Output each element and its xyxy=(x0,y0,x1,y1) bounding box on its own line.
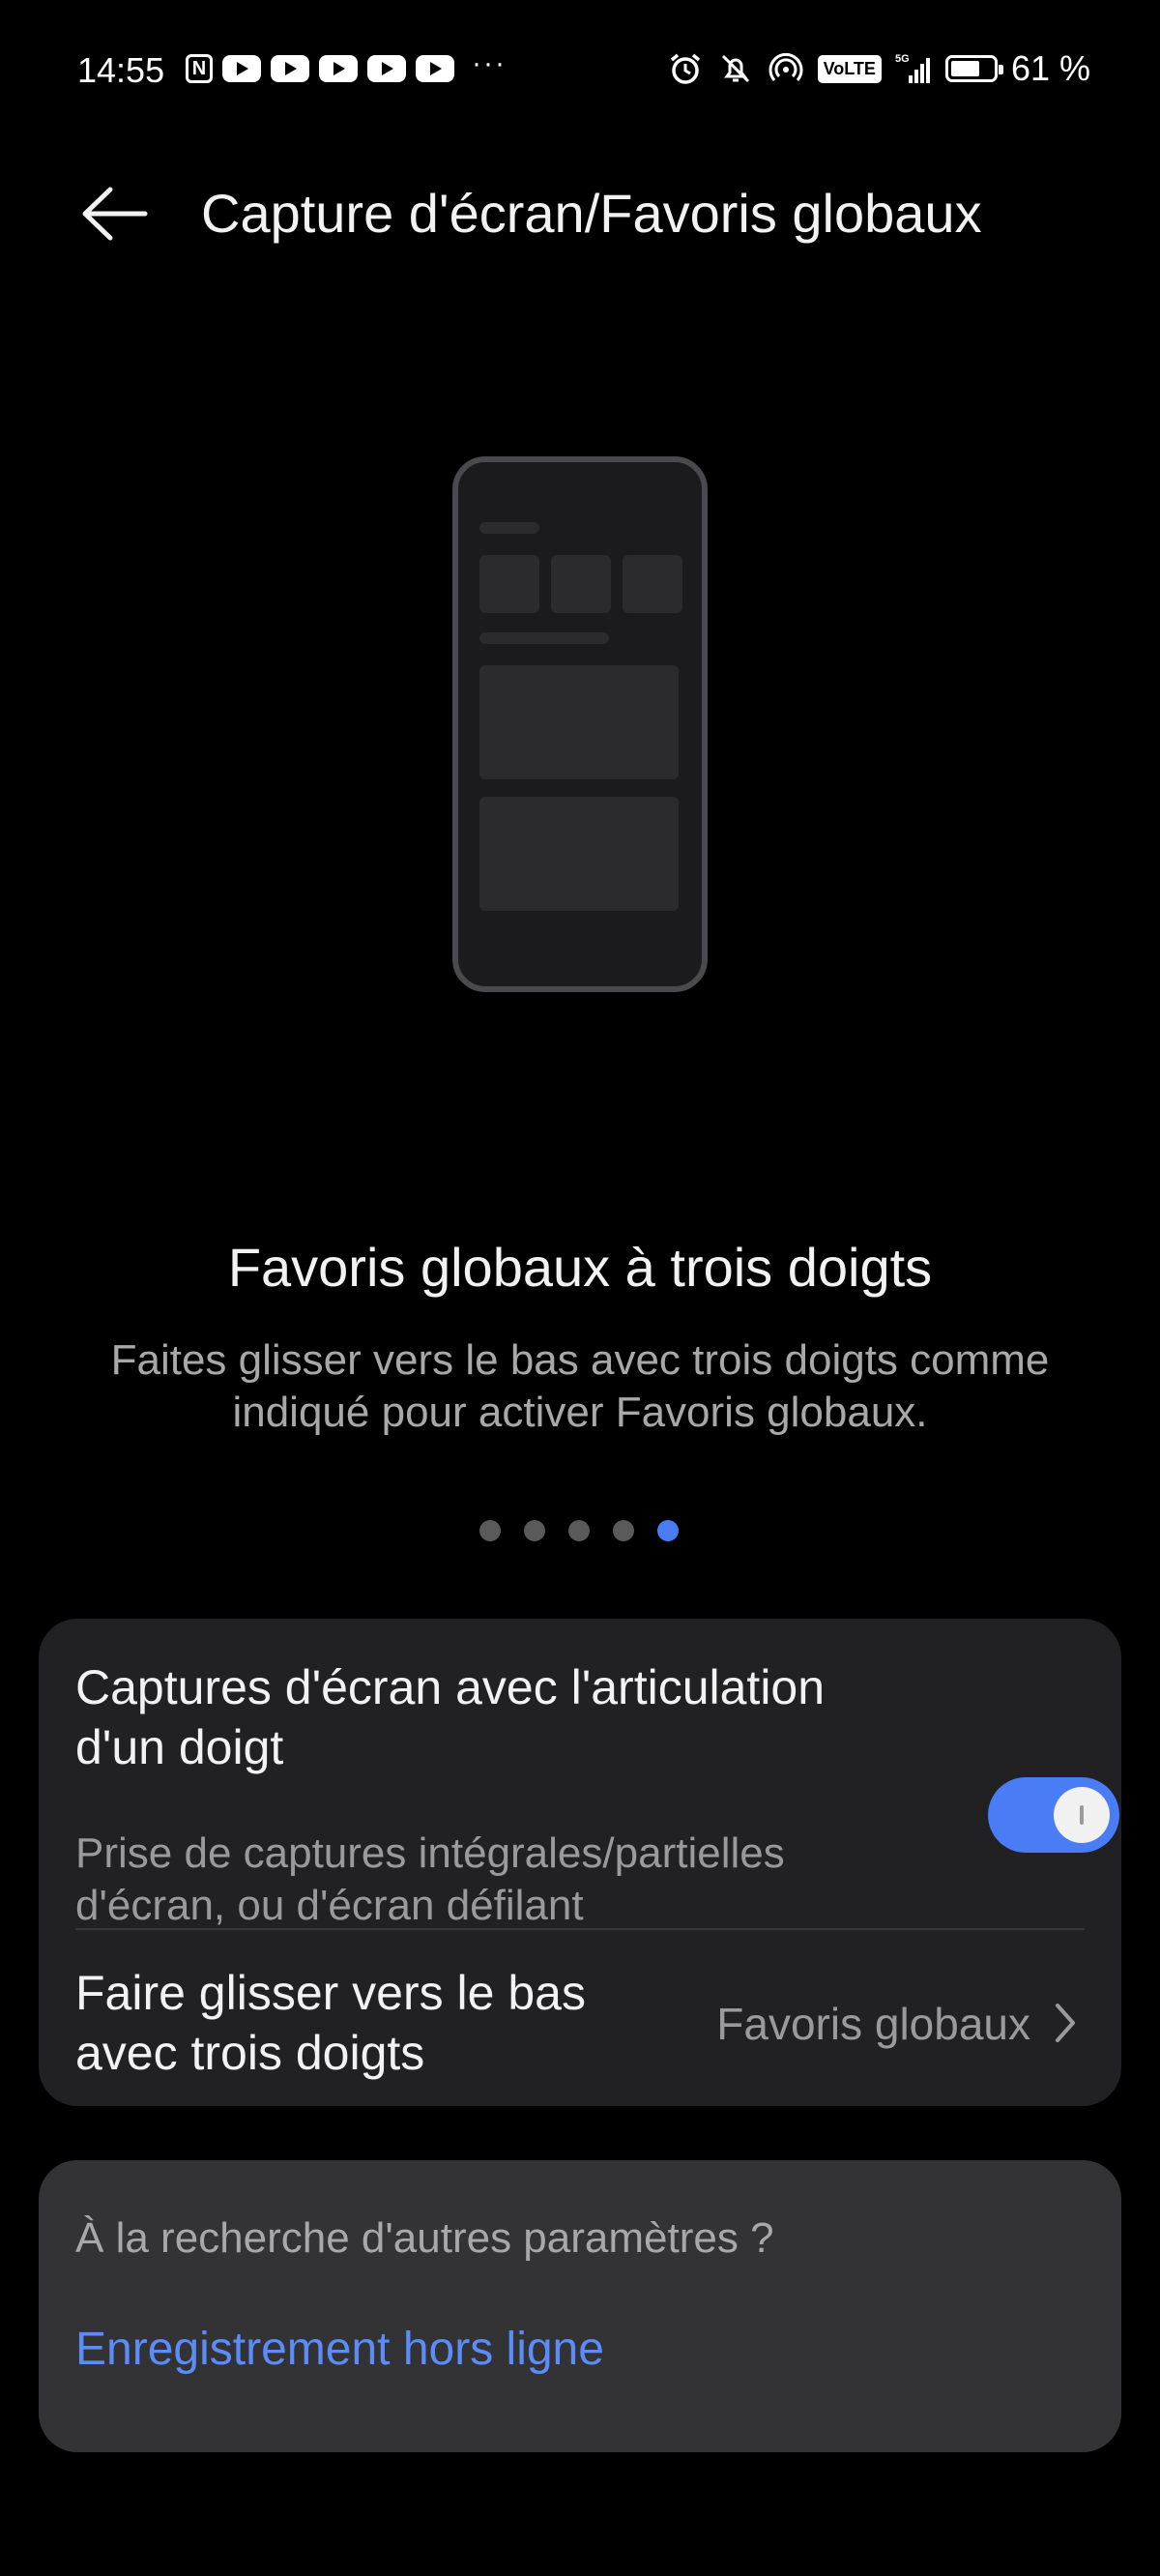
youtube-icon xyxy=(319,55,358,82)
knuckle-screenshot-setting[interactable]: Captures d'écran avec l'articulation d'u… xyxy=(75,1657,1119,1929)
hotspot-icon xyxy=(768,52,803,81)
phone-illustration xyxy=(452,456,708,992)
notification-icons: N ··· xyxy=(186,47,507,83)
knuckle-setting-title: Captures d'écran avec l'articulation d'u… xyxy=(75,1660,826,1774)
suggestions-question: À la recherche d'autres paramètres ? xyxy=(75,2214,774,2262)
alarm-icon xyxy=(670,53,700,84)
youtube-icon xyxy=(416,55,454,82)
page-title: Capture d'écran/Favoris globaux xyxy=(201,183,982,244)
knuckle-setting-subtitle: Prise de captures intégrales/partielles … xyxy=(75,1830,785,1929)
youtube-icon xyxy=(271,55,309,82)
pager-dot[interactable] xyxy=(568,1520,590,1541)
knuckle-toggle[interactable] xyxy=(988,1777,1119,1853)
pager-dot[interactable] xyxy=(524,1520,545,1541)
pager-dot[interactable] xyxy=(613,1520,634,1541)
three-finger-setting-title: Faire glisser vers le bas avec trois doi… xyxy=(75,1966,586,2080)
pager-dot-active[interactable] xyxy=(657,1520,679,1541)
volte-badge: VoLTE xyxy=(817,54,882,83)
youtube-icon xyxy=(367,55,406,82)
three-finger-setting[interactable]: Faire glisser vers le bas avec trois doi… xyxy=(75,1930,1085,2094)
feature-description: Faites glisser vers le bas avec trois do… xyxy=(110,1336,1050,1436)
three-finger-setting-value: Favoris globaux xyxy=(716,1999,1030,2049)
pager-dot[interactable] xyxy=(479,1520,501,1541)
battery-icon xyxy=(944,55,1003,82)
status-bar: 14:55 N ··· VoLTE 5G 61 % xyxy=(0,0,1160,145)
signal-icon: 5G xyxy=(895,53,930,83)
status-time: 14:55 xyxy=(77,50,165,90)
system-icons: VoLTE 5G 61 % xyxy=(667,48,1090,89)
youtube-icon xyxy=(222,55,261,82)
mute-bell-icon xyxy=(721,54,749,83)
pager-dots[interactable] xyxy=(479,1520,679,1541)
app-header: Capture d'écran/Favoris globaux xyxy=(0,164,1160,261)
svg-text:5G: 5G xyxy=(895,53,910,65)
chevron-right-icon xyxy=(1056,2004,1075,2042)
suggestions-card: À la recherche d'autres paramètres ? Enr… xyxy=(39,2160,1121,2452)
back-arrow-icon[interactable] xyxy=(75,180,153,248)
settings-card: Captures d'écran avec l'articulation d'u… xyxy=(39,1619,1121,2106)
nfc-icon: N xyxy=(186,54,213,83)
more-notifications-icon: ··· xyxy=(472,47,507,79)
offline-recording-link[interactable]: Enregistrement hors ligne xyxy=(75,2323,604,2376)
toggle-knob xyxy=(1054,1787,1110,1843)
feature-title: Favoris globaux à trois doigts xyxy=(227,1237,933,1298)
battery-percent: 61 % xyxy=(1010,48,1090,88)
